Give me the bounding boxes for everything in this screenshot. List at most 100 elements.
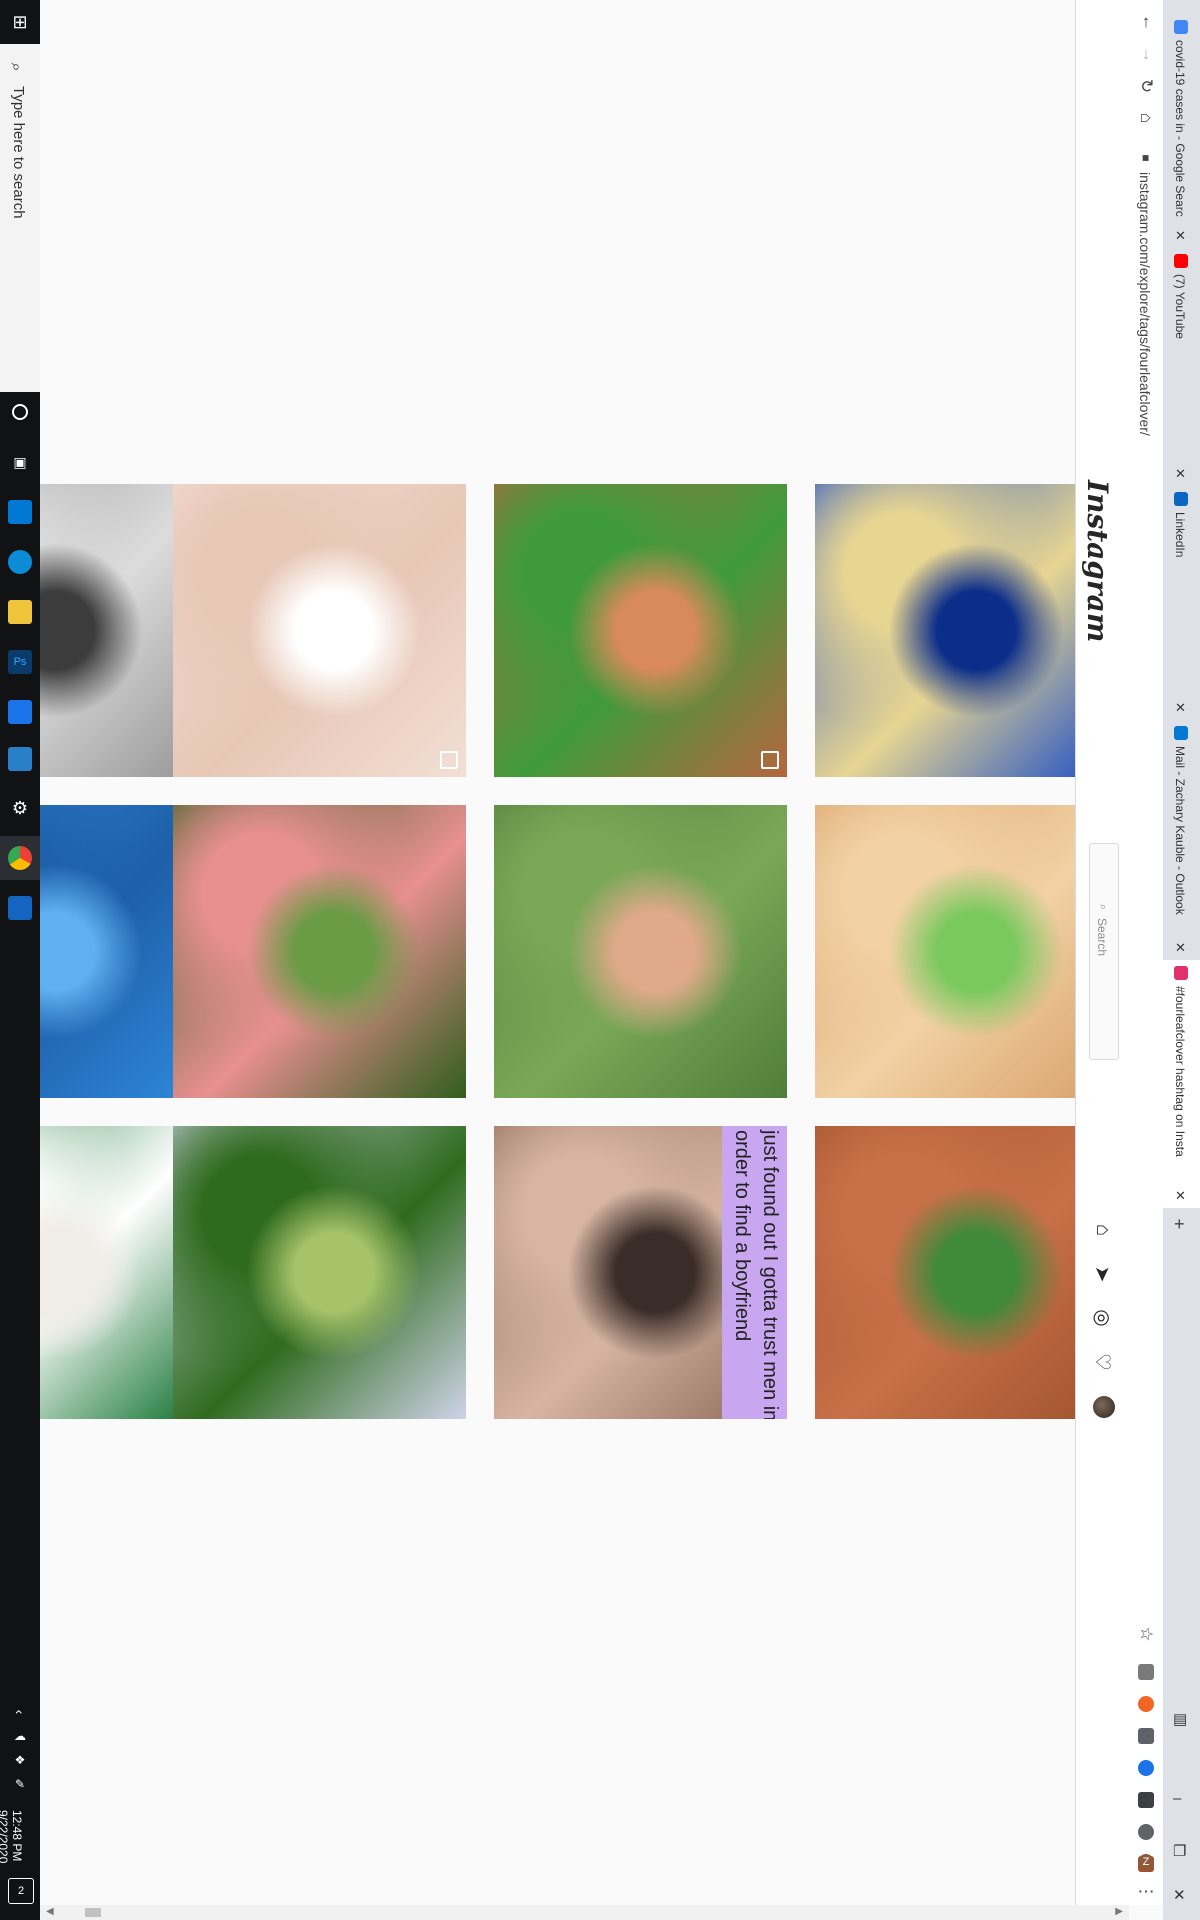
scroll-left-icon[interactable]: ◀ [46,1906,54,1917]
tab-favicon-icon [1174,726,1188,740]
lock-icon[interactable]: ■ [1134,146,1158,170]
onedrive-icon[interactable]: ☁ [8,1724,32,1748]
browser-tab[interactable]: LinkedIn ✕ [1163,486,1200,720]
browser-tab[interactable]: #fourleafclover hashtag on Insta ✕ [1163,960,1200,1208]
azure-icon[interactable] [8,700,32,724]
menu-dots-icon[interactable]: ⋯ [1134,1880,1158,1904]
taskbar-search-box[interactable]: ⌕ Type here to search [0,44,40,392]
post-image [494,805,787,1098]
extension-icon[interactable] [1138,1760,1154,1776]
profile-initial: Z [1142,1856,1150,1868]
tab-strip: covid-19 cases in - Google Searc ✕ (7) You… [1163,0,1200,1920]
chrome-icon[interactable] [8,846,32,870]
notification-count: 2 [17,1885,25,1897]
extension-icon[interactable] [1138,1792,1154,1808]
post-woman-eyes-closed[interactable]: just found out I gotta trust men in orde… [494,1126,787,1419]
post-painted-clover[interactable] [815,484,1075,777]
post-fingers-holding-clover[interactable] [494,805,787,1098]
post-bracelet-hands[interactable] [173,484,466,777]
tab-search-icon[interactable]: ▤ [1173,1710,1187,1728]
tab-favicon-icon [1174,20,1188,34]
search-icon: ⌕ [7,62,25,72]
taskbar-clock[interactable]: 12:48 PM 9/22/2020 [0,1810,24,1863]
post-image [40,805,187,1098]
home-icon[interactable]: ⌂ [1090,1217,1116,1243]
minimize-button[interactable]: – [1173,1790,1181,1807]
forward-icon[interactable]: ↓ [1134,42,1158,66]
post-caption-overlay: just found out I gotta trust men in orde… [722,1126,787,1419]
photoshop-icon[interactable]: Ps [8,650,32,674]
scroll-thumb[interactable] [85,1908,101,1917]
pen-icon[interactable]: ✎ [8,1772,32,1796]
tab-close-icon[interactable]: ✕ [1175,466,1186,482]
file-explorer-icon[interactable] [8,600,32,624]
taskbar: ⊞ ⌕ Type here to search ▣ Ps ⚙ ‹ ☁ ❖ ✎ 1… [0,0,40,1920]
tab-close-icon[interactable]: ✕ [1175,940,1186,956]
store-icon[interactable] [8,500,32,524]
horizontal-scrollbar[interactable]: ◀ ▶ [40,1905,1129,1920]
bookmark-star-icon[interactable]: ☆ [1134,1622,1158,1646]
tab-close-icon[interactable]: ✕ [1175,1188,1186,1204]
instagram-logo[interactable]: Instagram [1081,480,1114,642]
extension-icon[interactable] [1138,1696,1154,1712]
explore-icon[interactable]: ◎ [1090,1305,1116,1331]
post-clover-sticker-wood[interactable] [815,805,1075,1098]
extension-icon[interactable] [1138,1728,1154,1744]
post-striped-jersey-model[interactable] [40,1126,187,1419]
dropbox-icon[interactable]: ❖ [8,1748,32,1772]
post-image [815,805,1075,1098]
clock-date: 9/22/2020 [0,1810,10,1864]
post-hand-clover-patch[interactable] [173,805,466,1098]
instagram-header: Instagram ⌕ Search ⌂ ➤ ◎ ♡ [1075,0,1131,1905]
activity-icon[interactable]: ♡ [1090,1349,1116,1375]
post-image [40,484,187,777]
browser-tab[interactable]: (7) YouTube ✕ [1163,248,1200,486]
post-clover-pendant[interactable] [173,1126,466,1419]
reload-icon[interactable]: ↻ [1134,74,1158,98]
windows-start-icon[interactable]: ⊞ [0,0,40,44]
instagram-page: just found out I gotta trust men in orde… [40,0,1075,1905]
chevron-up-icon[interactable]: ‹ [8,1700,32,1724]
edge-icon[interactable] [8,550,32,574]
profile-avatar[interactable] [1093,1396,1115,1418]
post-image [173,1126,466,1419]
post-clover-table-decor[interactable] [815,1126,1075,1419]
notification-center-icon[interactable]: 2 [8,1878,34,1904]
new-tab-button[interactable]: + [1174,1214,1185,1235]
multi-post-icon [761,751,779,769]
post-bw-clover-flower[interactable] [40,484,187,777]
browser-tab[interactable]: covid-19 cases in - Google Searc ✕ [1163,14,1200,248]
task-view-icon[interactable]: ▣ [8,450,32,474]
post-image [815,1126,1075,1419]
tab-title: (7) YouTube [1173,274,1187,339]
close-window-button[interactable]: ✕ [1173,1886,1186,1904]
network-app-icon[interactable] [8,747,32,771]
scroll-right-icon[interactable]: ▶ [1115,1906,1123,1917]
extension-icon[interactable] [1138,1824,1154,1840]
multi-post-icon [440,751,458,769]
post-caption-text: just found out I gotta trust men in orde… [731,1130,781,1419]
cortana-icon[interactable] [12,404,28,420]
post-image [173,484,466,777]
tab-close-icon[interactable]: ✕ [1175,700,1186,716]
address-bar[interactable]: instagram.com/explore/tags/fourleafclove… [1137,172,1153,436]
browser-toolbar: ↑ ↓ ↻ ⌂ ■ instagram.com/explore/tags/fou… [1129,0,1164,1905]
taskbar-search-placeholder: Type here to search [10,86,27,219]
restore-button[interactable]: ❐ [1173,1842,1186,1860]
post-blue-sky-clover[interactable] [40,805,187,1098]
settings-gear-icon[interactable]: ⚙ [8,796,32,820]
post-image [494,484,787,777]
instagram-search-input[interactable]: ⌕ Search [1089,843,1119,1060]
browser-tab[interactable]: Mail - Zachary Kauble - Outlook ✕ [1163,720,1200,960]
remote-desktop-icon[interactable] [8,896,32,920]
direct-icon[interactable]: ➤ [1090,1261,1116,1287]
tab-title: LinkedIn [1173,512,1187,558]
post-clover-puzzle[interactable] [494,484,787,777]
extension-icon[interactable] [1138,1664,1154,1680]
clock-time: 12:48 PM [10,1810,24,1862]
home-icon[interactable]: ⌂ [1134,106,1158,130]
tab-close-icon[interactable]: ✕ [1175,228,1186,244]
back-icon[interactable]: ↑ [1134,10,1158,34]
profile-avatar[interactable]: Z [1138,1854,1154,1870]
tab-title: #fourleafclover hashtag on Insta [1173,986,1187,1157]
